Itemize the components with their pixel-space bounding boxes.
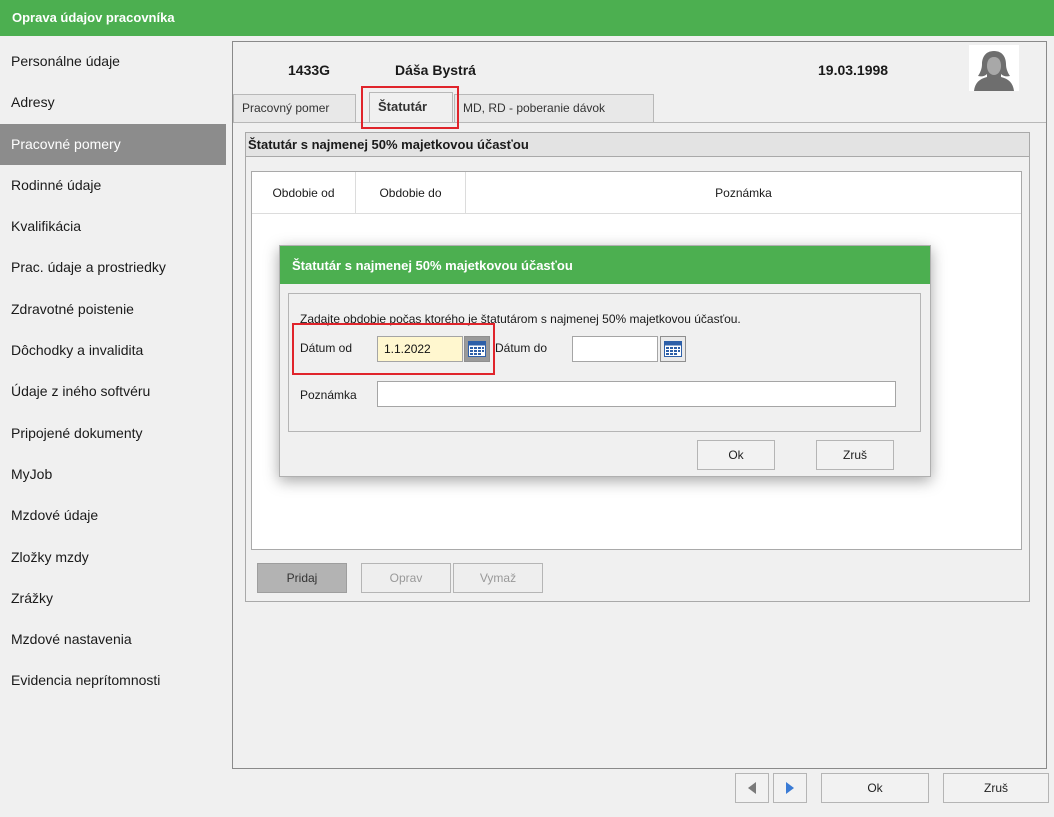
note-input[interactable]: [377, 381, 896, 407]
window-title: Oprava údajov pracovníka: [0, 0, 1054, 36]
date-from-calendar-icon[interactable]: [464, 336, 490, 362]
date-from-label: Dátum od: [300, 341, 353, 355]
sidebar-item-family[interactable]: Rodinné údaje: [0, 165, 226, 206]
sidebar-item-attached-documents[interactable]: Pripojené dokumenty: [0, 413, 226, 454]
next-arrow-icon[interactable]: [773, 773, 807, 803]
column-header-from[interactable]: Obdobie od: [252, 172, 356, 213]
sidebar: Personálne údaje Adresy Pracovné pomery …: [0, 41, 226, 769]
tab-maternity[interactable]: MD, RD - poberanie dávok: [454, 94, 654, 122]
statutory-dialog: Štatutár s najmenej 50% majetkovou účasť…: [279, 245, 931, 477]
sidebar-item-other-software[interactable]: Údaje z iného softvéru: [0, 371, 226, 412]
previous-arrow-icon[interactable]: [735, 773, 769, 803]
employee-code: 1433G: [288, 62, 331, 78]
date-to-input[interactable]: [572, 336, 658, 362]
sidebar-item-wage-components[interactable]: Zložky mzdy: [0, 537, 226, 578]
sidebar-item-absence[interactable]: Evidencia neprítomnosti: [0, 660, 226, 701]
tab-divider: [233, 122, 1046, 123]
sidebar-item-personal-data[interactable]: Personálne údaje: [0, 41, 226, 82]
sidebar-item-deductions[interactable]: Zrážky: [0, 578, 226, 619]
dialog-form: Zadajte obdobie počas ktorého je štatutá…: [288, 293, 921, 432]
tab-employment[interactable]: Pracovný pomer: [233, 94, 356, 122]
sidebar-item-wage-data[interactable]: Mzdové údaje: [0, 495, 226, 536]
dialog-instruction: Zadajte obdobie počas ktorého je štatutá…: [300, 312, 741, 326]
date-to-calendar-icon[interactable]: [660, 336, 686, 362]
sidebar-item-addresses[interactable]: Adresy: [0, 82, 226, 123]
person-silhouette-icon: [969, 45, 1019, 91]
sidebar-item-wage-settings[interactable]: Mzdové nastavenia: [0, 619, 226, 660]
column-header-note[interactable]: Poznámka: [466, 172, 1021, 213]
delete-button[interactable]: Vymaž: [453, 563, 543, 593]
dialog-ok-button[interactable]: Ok: [697, 440, 775, 470]
table-header: Obdobie od Obdobie do Poznámka: [252, 172, 1021, 214]
ok-button[interactable]: Ok: [821, 773, 929, 803]
sidebar-item-myjob[interactable]: MyJob: [0, 454, 226, 495]
section-title: Štatutár s najmenej 50% majetkovou účasť…: [246, 133, 1029, 157]
date-to-label: Dátum do: [495, 341, 548, 355]
add-button[interactable]: Pridaj: [257, 563, 347, 593]
note-label: Poznámka: [300, 388, 357, 402]
tab-statutory[interactable]: Štatutár: [369, 92, 453, 122]
edit-button[interactable]: Oprav: [361, 563, 451, 593]
sidebar-item-employment[interactable]: Pracovné pomery: [0, 123, 226, 165]
sidebar-item-qualification[interactable]: Kvalifikácia: [0, 206, 226, 247]
cancel-button[interactable]: Zruš: [943, 773, 1049, 803]
date-from-input[interactable]: 1.1.2022: [377, 336, 463, 362]
employee-name: Dáša Bystrá: [395, 62, 476, 78]
sidebar-item-pensions[interactable]: Dôchodky a invalidita: [0, 330, 226, 371]
dialog-cancel-button[interactable]: Zruš: [816, 440, 894, 470]
column-header-to[interactable]: Obdobie do: [356, 172, 466, 213]
sidebar-item-work-resources[interactable]: Prac. údaje a prostriedky: [0, 247, 226, 288]
sidebar-item-health-insurance[interactable]: Zdravotné poistenie: [0, 289, 226, 330]
dialog-title: Štatutár s najmenej 50% majetkovou účasť…: [280, 246, 930, 284]
employee-birth-date: 19.03.1998: [818, 62, 889, 78]
